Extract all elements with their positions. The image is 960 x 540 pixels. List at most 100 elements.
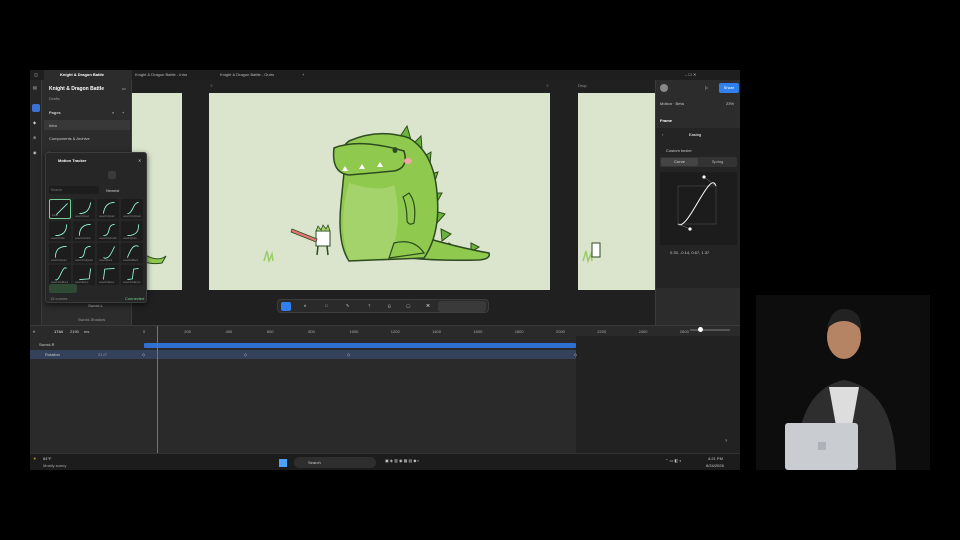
frame-battle[interactable] <box>209 93 550 290</box>
motion-icon[interactable]: ◉ <box>33 150 37 155</box>
tab-intro[interactable]: Knight & Dragon Battle - Intro <box>133 70 215 80</box>
figma-menu-icon[interactable]: ◫ <box>30 70 42 80</box>
property-value[interactable]: 21.0° <box>98 352 107 357</box>
preset-easeInOutBack[interactable]: easeInOutBack <box>49 265 71 285</box>
layer-sword-l[interactable]: Sword-L <box>88 303 103 308</box>
zoom-level[interactable]: 23% <box>726 101 734 106</box>
comment-tool-icon[interactable]: ◯ <box>406 303 410 308</box>
preset-linear[interactable]: linear <box>49 199 71 219</box>
taskbar-search[interactable]: Search <box>294 457 376 468</box>
system-tray[interactable]: ⌃ ▭ ◧ ◐ <box>665 458 682 463</box>
filter-select[interactable]: Newest <box>106 188 119 193</box>
timeline-empty-region <box>576 336 740 454</box>
bezier-values[interactable]: 0.33, -0.14, 0.67, 1.37 <box>670 250 709 255</box>
preset-easeInOutCubic[interactable]: easeInOutCubic <box>97 221 119 241</box>
preset-easeInQuart[interactable]: easeInQuart <box>121 221 143 241</box>
close-icon[interactable]: ✕ <box>138 158 141 163</box>
search-input[interactable]: Search <box>49 186 99 194</box>
tab-outro[interactable]: Knight & Dragon Battle - Outro <box>220 70 310 80</box>
tab-curve[interactable]: Curve <box>661 158 698 166</box>
frame-tool-icon[interactable]: # <box>304 303 306 308</box>
preset-label: easeOutExpo <box>99 281 115 284</box>
preset-easeInBack[interactable]: easeInBack <box>97 243 119 263</box>
preset-easeInExpo[interactable]: easeInExpo <box>73 265 95 285</box>
preset-easeOutExpo[interactable]: easeOutExpo <box>97 265 119 285</box>
preset-easeOutCubic[interactable]: easeOutCubic <box>73 221 95 241</box>
zoom-slider-thumb[interactable] <box>698 327 703 332</box>
track-bar[interactable] <box>144 343 576 348</box>
new-tab-button[interactable]: + <box>302 70 310 80</box>
keyframe-1[interactable]: ◇ <box>244 352 247 357</box>
zoom-slider[interactable] <box>690 327 730 332</box>
search-pages-icon[interactable]: ⌕ <box>112 110 114 115</box>
frame-drop[interactable] <box>578 93 655 290</box>
curve-icon <box>55 224 68 237</box>
apply-button[interactable] <box>49 284 77 293</box>
move-tool-icon[interactable] <box>281 302 291 311</box>
layer-sword-shadow[interactable]: Sword-Shadow <box>78 317 105 322</box>
grid-view-icon[interactable] <box>108 171 116 179</box>
tab-label: Knight & Dragon Battle - Outro <box>220 72 275 77</box>
keyframe-3[interactable]: ◇ <box>574 352 577 357</box>
curve-count: 15 curves <box>50 296 68 301</box>
preset-easeOutQuad[interactable]: easeOutQuad <box>97 199 119 219</box>
pen-tool-icon[interactable]: ✎ <box>346 303 349 308</box>
taskbar-apps[interactable]: ▣ ◈ ▥ ◉ ▦ ▤ ◆ ▪ <box>385 458 419 463</box>
keyframe-0[interactable]: ◇ <box>142 352 145 357</box>
play-pause-icon[interactable]: ⏸ <box>33 329 35 334</box>
curve-icon <box>103 246 115 259</box>
text-tool-icon[interactable]: T <box>368 303 370 308</box>
page-item-components[interactable]: Components & Archive <box>49 136 90 141</box>
presenter-illustration <box>756 295 930 470</box>
window-controls[interactable]: – ☐ ✕ <box>685 70 696 80</box>
tick-label: 1800 <box>514 329 524 334</box>
component-tool-icon[interactable]: {} <box>388 303 391 308</box>
layers-icon[interactable]: ▤ <box>33 85 37 90</box>
preset-easeInOutQuad[interactable]: easeInOutQuad <box>121 199 143 219</box>
keyframe-2[interactable]: ◇ <box>347 352 350 357</box>
panel-toggle-icon[interactable]: ▭ <box>122 86 126 91</box>
weather-icon[interactable]: ☀ <box>33 456 37 461</box>
preset-easeInCubic[interactable]: easeInCubic <box>49 221 71 241</box>
tick-label: 600 <box>266 329 274 334</box>
time-ruler[interactable]: 0 200 400 600 800 1000 1200 1400 1600 1800 2000 220… <box>143 326 689 336</box>
design-canvas[interactable]: Drop ⊹ ⊹ <box>132 80 655 325</box>
track-name[interactable]: Sword-R <box>39 342 55 347</box>
back-icon[interactable]: ‹ <box>662 132 663 137</box>
preset-easeOutBack[interactable]: easeOutBack <box>121 243 143 263</box>
preset-easeInQuad[interactable]: easeInQuad <box>73 199 95 219</box>
component-icon[interactable]: ◆ <box>33 120 36 125</box>
avatar[interactable] <box>660 84 668 92</box>
preset-label: linear <box>52 214 59 217</box>
plugin-icon[interactable]: ⊕ <box>33 135 36 140</box>
left-toolbar-rail: ▤ ◆ ⊕ ◉ <box>30 80 42 325</box>
actions-tool-icon[interactable]: ⌘ <box>426 303 430 308</box>
assets-icon[interactable] <box>32 104 40 112</box>
preset-easeInOutQuart[interactable]: easeInOutQuart <box>73 243 95 263</box>
curve-icon <box>127 201 139 215</box>
play-icon[interactable]: ▷ <box>705 85 708 90</box>
page-item-intro[interactable]: Intro <box>44 120 130 130</box>
tab-main[interactable]: Knight & Dragon Battle <box>44 70 132 80</box>
add-page-icon[interactable]: + <box>122 110 124 115</box>
bezier-curve-editor[interactable] <box>660 172 737 245</box>
tick-label: 1200 <box>390 329 400 334</box>
frame-drag-icon[interactable]: ⊹ <box>210 83 213 88</box>
curve-type-select[interactable]: Custom bezier <box>666 148 692 153</box>
share-button[interactable]: Share <box>719 83 739 93</box>
shape-tool-icon[interactable]: □ <box>325 303 327 308</box>
preset-easeInOutExpo[interactable]: easeInOutExpo <box>121 265 143 285</box>
preset-easeOutQuart[interactable]: easeOutQuart <box>49 243 71 263</box>
help-icon[interactable]: ? <box>725 438 727 443</box>
curve-icon <box>127 267 139 281</box>
current-time[interactable]: 1744 <box>54 329 63 334</box>
playhead[interactable] <box>157 326 158 454</box>
duration[interactable]: 2190 <box>70 329 79 334</box>
frame-handle-icon[interactable]: ⊹ <box>546 83 549 88</box>
tab-spring[interactable]: Spring <box>699 158 736 166</box>
curve-icon <box>102 201 115 214</box>
project-title[interactable]: Knight & Dragon Battle <box>49 86 104 92</box>
mode-switcher[interactable] <box>438 301 486 312</box>
start-icon[interactable] <box>279 459 287 467</box>
tab-label: Knight & Dragon Battle - Intro <box>135 72 188 77</box>
